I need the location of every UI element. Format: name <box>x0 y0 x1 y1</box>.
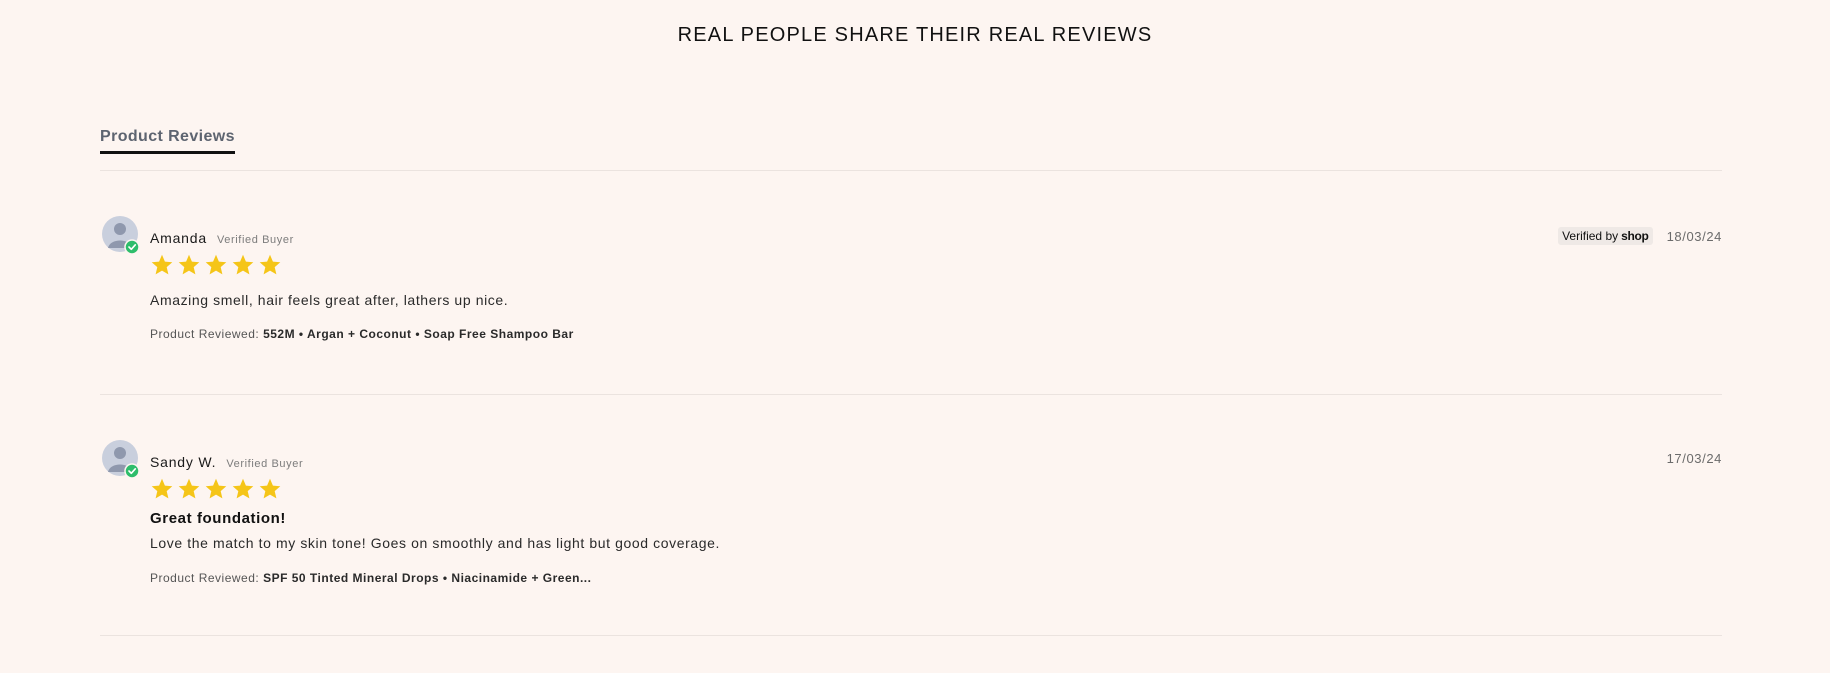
star-rating <box>150 477 282 501</box>
shop-logo: shop <box>1621 229 1649 243</box>
product-reviewed: Product Reviewed: SPF 50 Tinted Mineral … <box>150 571 591 585</box>
review-item: Amanda Verified Buyer Verified by shop 1… <box>100 171 1722 395</box>
review-title: Great foundation! <box>150 510 287 527</box>
star-icon <box>151 254 173 275</box>
avatar-icon <box>102 216 140 254</box>
star-icon <box>205 254 227 275</box>
star-icon <box>178 254 200 275</box>
product-reviewed-label: Product Reviewed: <box>150 571 260 585</box>
verified-by-shop-badge: Verified by shop <box>1558 227 1653 245</box>
product-reviewed-label: Product Reviewed: <box>150 327 260 341</box>
review-tabs: Product Reviews <box>100 128 1722 171</box>
review-body: Love the match to my skin tone! Goes on … <box>150 535 721 551</box>
reviewer-meta: Sandy W. Verified Buyer <box>150 454 303 470</box>
reviewer-name: Sandy W. <box>150 454 217 470</box>
product-name-link[interactable]: 552M • Argan + Coconut • Soap Free Shamp… <box>263 327 574 341</box>
review-item: Sandy W. Verified Buyer 17/03/24 Great f… <box>100 395 1722 636</box>
verified-buyer-badge: Verified Buyer <box>226 458 304 470</box>
verified-by-label: Verified by <box>1562 229 1619 243</box>
star-icon <box>178 478 200 499</box>
review-body: Amazing smell, hair feels great after, l… <box>150 292 509 308</box>
product-name-link[interactable]: SPF 50 Tinted Mineral Drops • Niacinamid… <box>263 571 591 585</box>
reviews-page: REAL PEOPLE SHARE THEIR REAL REVIEWS Pro… <box>0 0 1830 673</box>
section-headline: REAL PEOPLE SHARE THEIR REAL REVIEWS <box>677 24 1153 46</box>
star-icon <box>151 478 173 499</box>
reviews-widget: Product Reviews Amanda Verified Buyer Ve… <box>100 128 1722 636</box>
reviewer-name: Amanda <box>150 230 207 246</box>
review-right-meta: Verified by shop 18/03/24 <box>1558 227 1722 245</box>
star-icon <box>205 478 227 499</box>
review-date: 18/03/24 <box>1666 228 1722 244</box>
star-icon <box>232 478 254 499</box>
verified-buyer-badge: Verified Buyer <box>216 234 294 246</box>
tab-product-reviews[interactable]: Product Reviews <box>100 128 235 154</box>
avatar-icon <box>102 440 140 478</box>
review-right-meta: 17/03/24 <box>1667 451 1722 466</box>
star-rating <box>150 253 282 277</box>
star-icon <box>259 478 281 499</box>
star-icon <box>259 254 281 275</box>
product-reviewed: Product Reviewed: 552M • Argan + Coconut… <box>150 327 574 341</box>
review-date: 17/03/24 <box>1666 451 1722 466</box>
reviewer-meta: Amanda Verified Buyer <box>150 230 294 246</box>
star-icon <box>232 254 254 275</box>
